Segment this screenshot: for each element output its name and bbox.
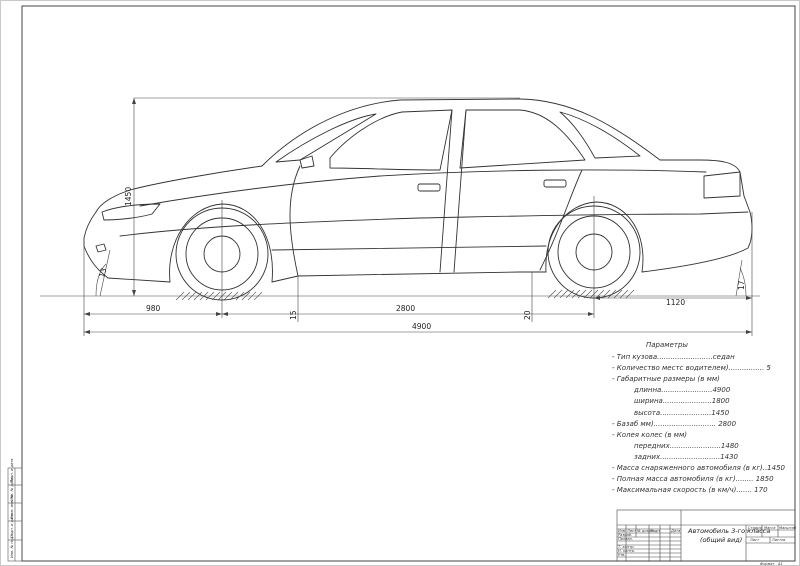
param-wheelbase: - Базаб мм)............................ …: [612, 419, 737, 428]
dim-overall-length: 4900: [412, 322, 431, 331]
side-stamp-5: Подп. и дата: [10, 459, 14, 483]
tail-light: [703, 171, 741, 199]
rear-door-handle: [543, 179, 567, 188]
tb-mass: Масса: [764, 526, 775, 530]
tb-row-date: Дата: [670, 529, 680, 533]
parameters-title: Параметры: [646, 341, 688, 349]
rocker-panel: [271, 271, 547, 283]
trunk-line: [739, 171, 751, 213]
beltline: [139, 169, 707, 207]
dim-rear-overhang: 1120: [666, 298, 685, 307]
param-length: длинна.......................4900: [634, 386, 731, 395]
dimension-arrows: [84, 98, 752, 334]
rear-window: [459, 109, 586, 169]
tb-format-value: А1: [777, 562, 783, 566]
tb-scale: Масштаб: [779, 526, 797, 530]
tb-sheet: Лист: [749, 538, 760, 542]
param-curb-mass: - Масса снаряженного автомобиля (в кг)..…: [612, 464, 785, 473]
rear-bumper: [641, 211, 753, 273]
param-body-type: - Тип кузова.........................сед…: [612, 353, 735, 362]
front-window: [329, 109, 453, 171]
tb-prov: Провер.: [618, 537, 633, 541]
tb-utv: Утв.: [618, 553, 626, 557]
front-door-edge: [289, 165, 301, 277]
dim-front-overhang: 980: [146, 304, 161, 313]
dim-height: 1450: [124, 187, 133, 206]
car-side-view: [83, 98, 753, 301]
dim-angle-rear: 17: [737, 280, 746, 290]
tb-sheets: Листов: [771, 538, 785, 542]
front-door-handle: [417, 183, 441, 192]
dim-clearance-front: 15: [289, 310, 298, 320]
windshield: [275, 113, 377, 163]
param-overall-dims: - Габаритные размеры (в мм): [612, 375, 720, 384]
hood-line: [95, 165, 263, 213]
dim-clearance-rear: 20: [523, 310, 532, 320]
front-wheel-arch: [169, 203, 273, 283]
param-gross-mass: - Полная масса автомобиля (в кг)........…: [612, 475, 774, 484]
param-front-track: передних.......................1480: [634, 441, 739, 450]
ground-hatching: [175, 289, 635, 301]
param-track: - Колея колес (в мм): [612, 430, 687, 439]
dim-wheelbase: 2800: [396, 304, 415, 313]
param-height: высота.......................1450: [634, 408, 730, 417]
parameters-list: Параметры - Тип кузова..................…: [612, 340, 792, 496]
tb-format: Формат: [760, 562, 775, 566]
tb-stadia: Стадия: [748, 526, 763, 530]
dimension-lines: [40, 97, 760, 336]
param-max-speed: - Максимальная скорость (в км/ч)....... …: [612, 486, 768, 495]
tb-row-sign: Подп.: [650, 529, 661, 533]
param-rear-track: задних...........................1430: [634, 452, 739, 461]
param-seats: - Количество местс водителем)...........…: [612, 364, 771, 373]
drawing-title-line2: (общий вид): [700, 536, 742, 544]
param-width: ширина......................1800: [634, 397, 730, 406]
